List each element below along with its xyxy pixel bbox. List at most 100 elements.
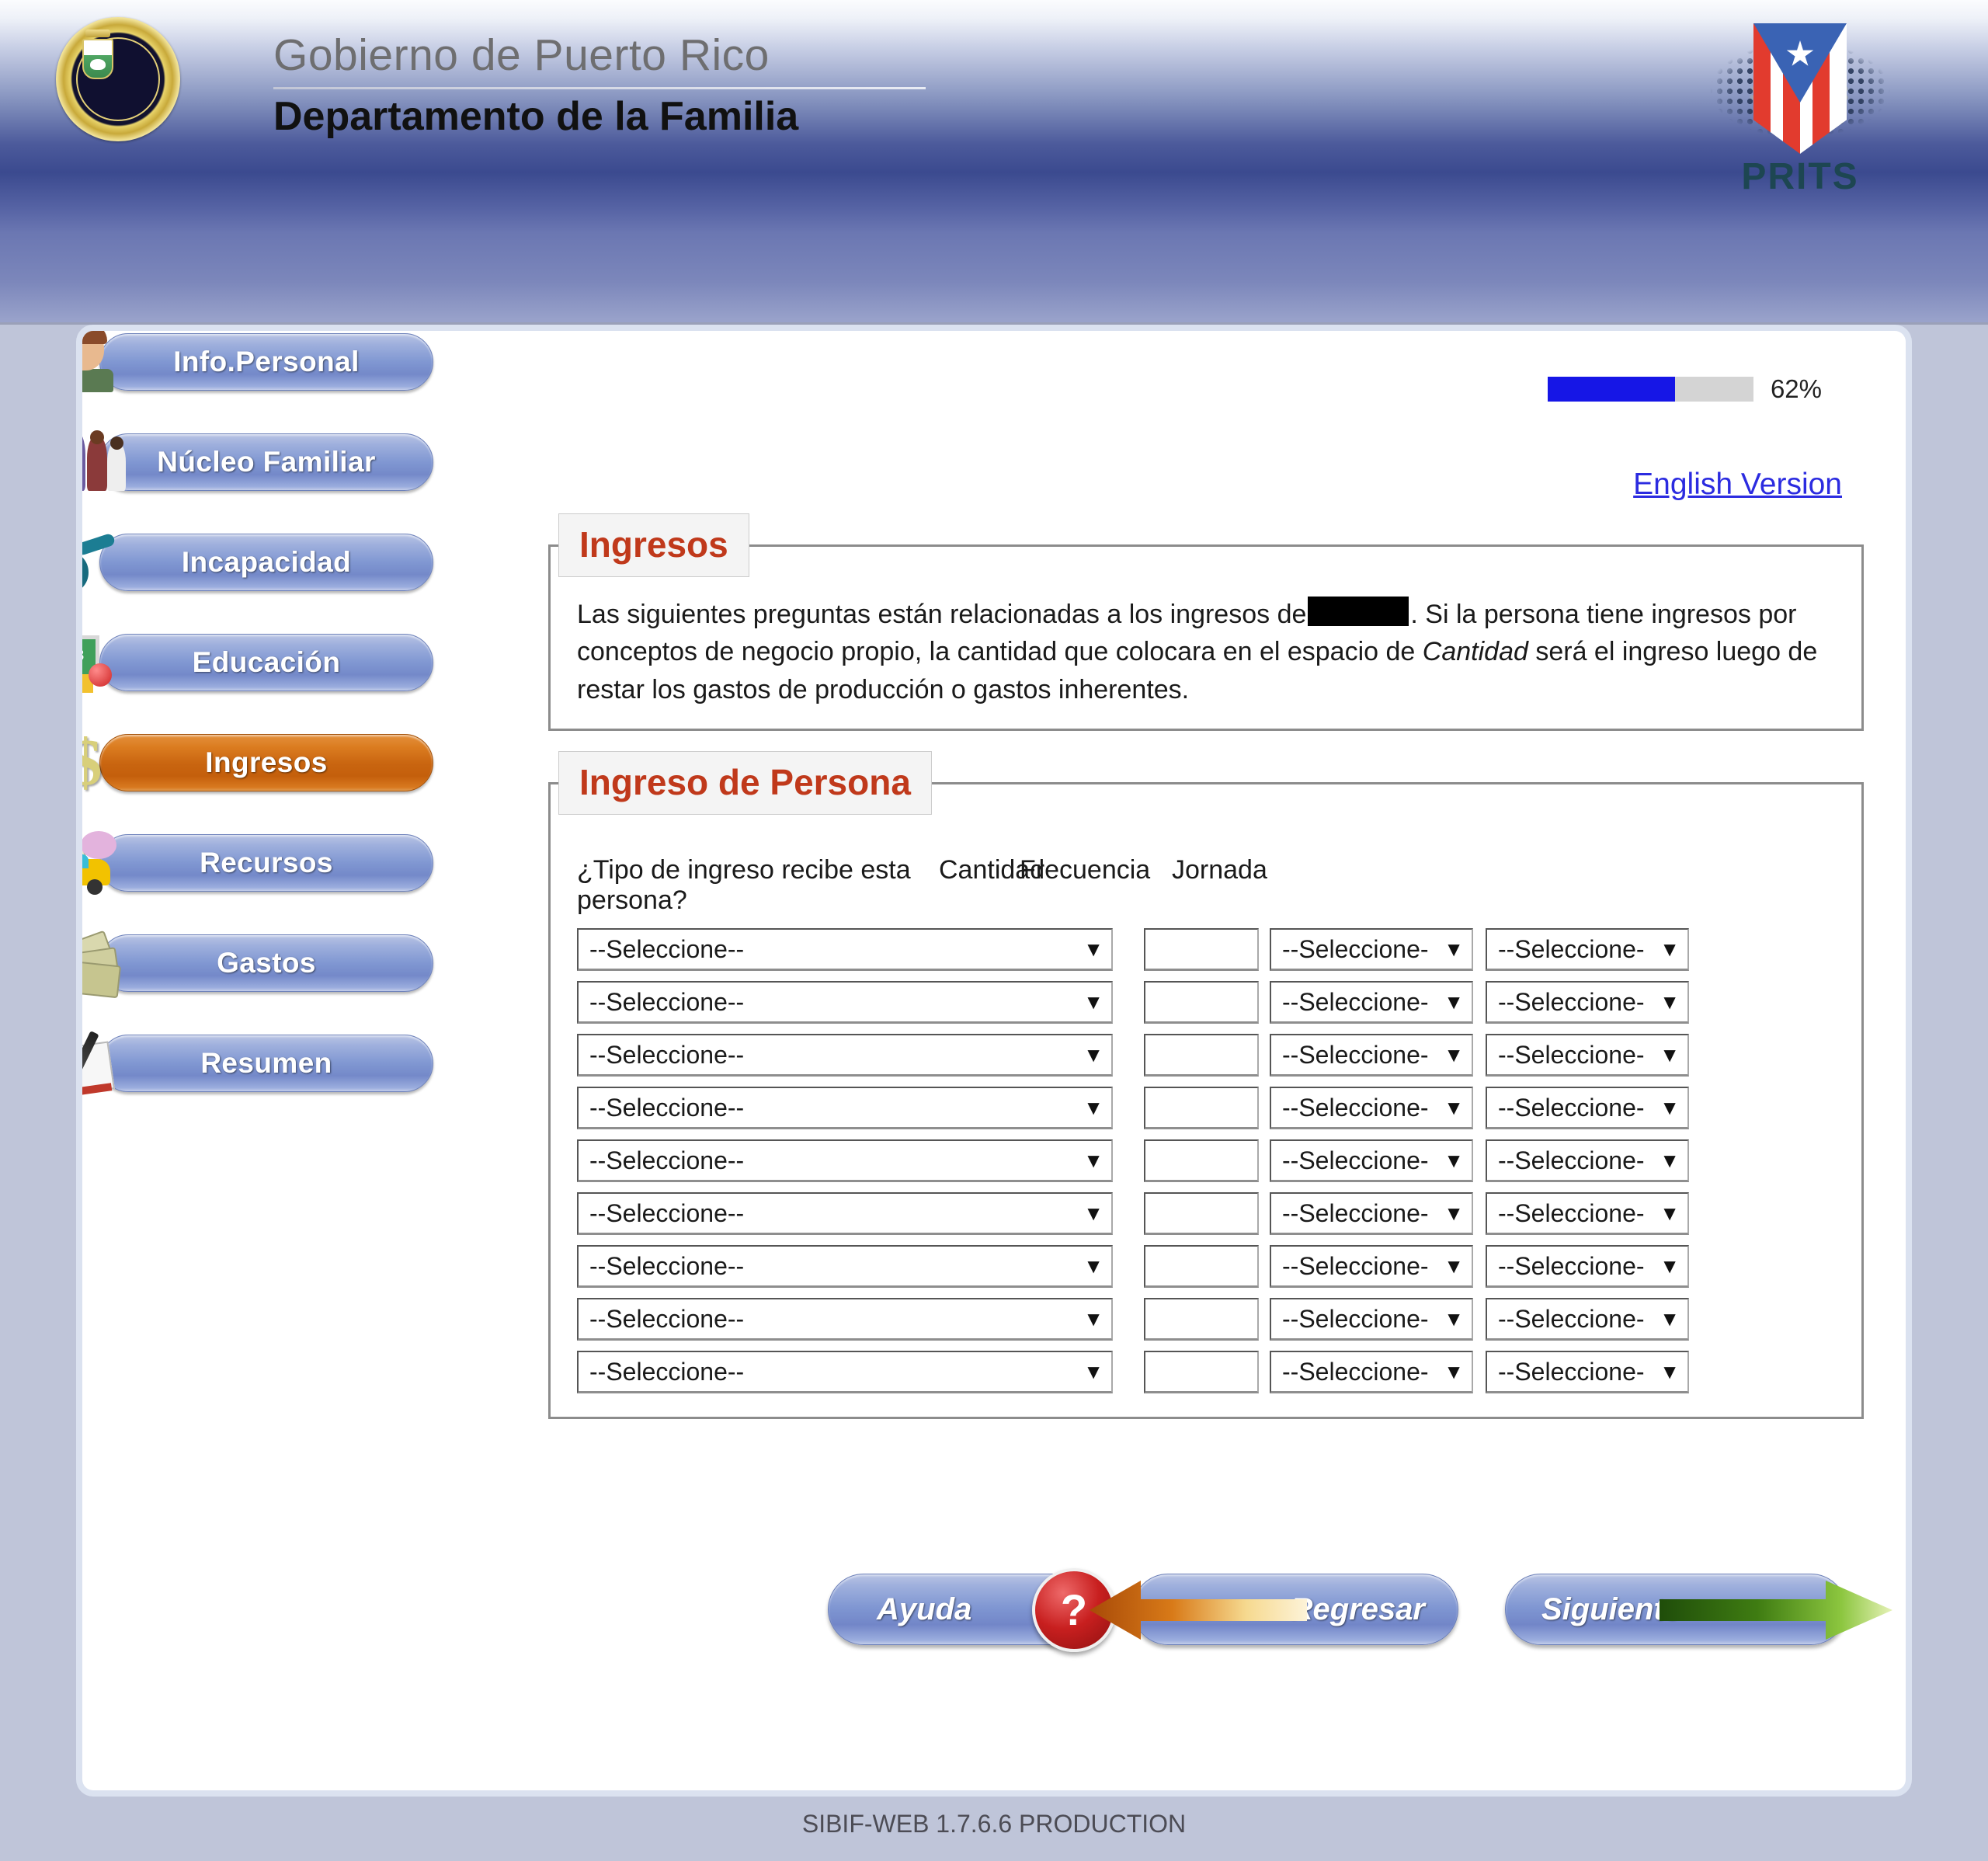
- siguiente-button[interactable]: Siguiente: [1505, 1574, 1892, 1645]
- tipo-de-ingreso-select[interactable]: --Seleccione-- ▼: [577, 1245, 1113, 1288]
- chalkboard-icon: 1·2·3: [82, 624, 129, 699]
- chevron-down-icon: ▼: [1660, 1095, 1680, 1119]
- tipo-de-ingreso-select[interactable]: --Seleccione-- ▼: [577, 1087, 1113, 1129]
- select-value: --Seleccione-: [1498, 1093, 1645, 1122]
- jornada-select[interactable]: --Seleccione- ▼: [1486, 1087, 1689, 1129]
- cantidad-input[interactable]: [1144, 1034, 1259, 1077]
- tipo-de-ingreso-select[interactable]: --Seleccione-- ▼: [577, 1351, 1113, 1393]
- frecuencia-select[interactable]: --Seleccione- ▼: [1270, 928, 1473, 971]
- frecuencia-select[interactable]: --Seleccione- ▼: [1270, 1298, 1473, 1341]
- header-titles: Gobierno de Puerto Rico Departamento de …: [273, 32, 926, 139]
- ingreso-de-persona-section: Ingreso de Persona ¿Tipo de ingreso reci…: [548, 751, 1864, 1419]
- ayuda-button[interactable]: Ayuda ?: [828, 1568, 1116, 1652]
- chevron-down-icon: ▼: [1660, 1201, 1680, 1225]
- jornada-select[interactable]: --Seleccione- ▼: [1486, 1034, 1689, 1077]
- sidebar-item-info-personal[interactable]: Info.Personal: [82, 331, 447, 392]
- chevron-down-icon: ▼: [1083, 1306, 1103, 1331]
- jornada-select[interactable]: --Seleccione- ▼: [1486, 1351, 1689, 1393]
- sidebar-item-gastos[interactable]: Gastos: [82, 930, 447, 999]
- tipo-de-ingreso-select[interactable]: --Seleccione-- ▼: [577, 981, 1113, 1024]
- title-divider: [273, 86, 926, 89]
- progress-percent-label: 62%: [1770, 374, 1822, 403]
- ingresos-intro-section: Ingresos Las siguientes preguntas están …: [548, 513, 1864, 731]
- select-value: --Seleccione--: [589, 1357, 745, 1386]
- jornada-select[interactable]: --Seleccione- ▼: [1486, 1192, 1689, 1235]
- chevron-down-icon: ▼: [1083, 1095, 1103, 1119]
- select-value: --Seleccione-: [1282, 1304, 1429, 1333]
- sidebar-item-label: Info.Personal: [173, 346, 360, 377]
- select-value: --Seleccione-: [1498, 1198, 1645, 1227]
- select-value: --Seleccione--: [589, 1093, 745, 1122]
- sidebar-item-educacion[interactable]: 1·2·3 Educación: [82, 634, 447, 693]
- sidebar-navigation: Info.Personal Núcleo Familiar Incapacida…: [82, 331, 447, 1135]
- chevron-down-icon: ▼: [1083, 1201, 1103, 1225]
- select-value: --Seleccione-: [1498, 1040, 1645, 1069]
- select-value: --Seleccione-: [1498, 934, 1645, 963]
- frecuencia-select[interactable]: --Seleccione- ▼: [1270, 1139, 1473, 1182]
- select-value: --Seleccione-: [1498, 1146, 1645, 1174]
- chevron-down-icon: ▼: [1660, 1254, 1680, 1278]
- sidebar-item-ingresos[interactable]: $ Ingresos: [82, 725, 447, 799]
- dollar-sign-icon: $: [82, 725, 103, 799]
- chevron-down-icon: ▼: [1444, 1201, 1464, 1225]
- select-value: --Seleccione-: [1282, 1040, 1429, 1069]
- sidebar-item-label: Resumen: [200, 1047, 332, 1079]
- sidebar-item-label: Ingresos: [205, 746, 328, 778]
- regresar-button[interactable]: Regresar: [1090, 1574, 1458, 1645]
- jornada-select[interactable]: --Seleccione- ▼: [1486, 981, 1689, 1024]
- family-icon: [82, 424, 129, 499]
- frecuencia-select[interactable]: --Seleccione- ▼: [1270, 1087, 1473, 1129]
- tipo-de-ingreso-select[interactable]: --Seleccione-- ▼: [577, 928, 1113, 971]
- tipo-de-ingreso-select[interactable]: --Seleccione-- ▼: [577, 1034, 1113, 1077]
- cantidad-input[interactable]: [1144, 981, 1259, 1024]
- sidebar-item-incapacidad[interactable]: Incapacidad: [82, 532, 447, 594]
- sidebar-item-resumen[interactable]: Resumen: [82, 1031, 447, 1100]
- select-value: --Seleccione-: [1498, 1357, 1645, 1386]
- person-icon: [82, 331, 129, 398]
- sidebar-item-recursos[interactable]: Recursos: [82, 831, 447, 895]
- cantidad-input[interactable]: [1144, 1298, 1259, 1341]
- english-version-link[interactable]: English Version: [1633, 468, 1842, 502]
- puerto-rico-seal-icon: [56, 17, 180, 141]
- chevron-down-icon: ▼: [1083, 1148, 1103, 1172]
- chevron-down-icon: ▼: [1444, 1148, 1464, 1172]
- department-line: Departamento de la Familia: [273, 93, 799, 139]
- select-value: --Seleccione-: [1282, 934, 1429, 963]
- tipo-de-ingreso-select[interactable]: --Seleccione-- ▼: [577, 1139, 1113, 1182]
- chevron-down-icon: ▼: [1660, 1042, 1680, 1066]
- chevron-down-icon: ▼: [1660, 1306, 1680, 1331]
- prits-wordmark: PRITS: [1741, 156, 1859, 197]
- regresar-button-label: Regresar: [1290, 1591, 1425, 1626]
- column-header-frecuencia: Frecuencia: [1020, 855, 1151, 885]
- progress-indicator: 62%: [1547, 374, 1822, 404]
- ingresos-legend: Ingresos: [558, 513, 749, 577]
- frecuencia-select[interactable]: --Seleccione- ▼: [1270, 1351, 1473, 1393]
- select-value: --Seleccione-: [1282, 1198, 1429, 1227]
- jornada-select[interactable]: --Seleccione- ▼: [1486, 1245, 1689, 1288]
- frecuencia-select[interactable]: --Seleccione- ▼: [1270, 981, 1473, 1024]
- frecuencia-select[interactable]: --Seleccione- ▼: [1270, 1192, 1473, 1235]
- income-row: --Seleccione-- ▼ --Seleccione- ▼ --Seleccion…: [577, 1139, 1861, 1182]
- chevron-down-icon: ▼: [1444, 990, 1464, 1014]
- select-value: --Seleccione-: [1282, 1146, 1429, 1174]
- jornada-select[interactable]: --Seleccione- ▼: [1486, 928, 1689, 971]
- frecuencia-select[interactable]: --Seleccione- ▼: [1270, 1034, 1473, 1077]
- cantidad-input[interactable]: [1144, 1087, 1259, 1129]
- cantidad-input[interactable]: [1144, 1139, 1259, 1182]
- tipo-de-ingreso-select[interactable]: --Seleccione-- ▼: [577, 1298, 1113, 1341]
- cantidad-input[interactable]: [1144, 928, 1259, 971]
- sidebar-item-label: Educación: [192, 646, 341, 678]
- select-value: --Seleccione--: [589, 1198, 745, 1227]
- cantidad-input[interactable]: [1144, 1245, 1259, 1288]
- cantidad-input[interactable]: [1144, 1192, 1259, 1235]
- chevron-down-icon: ▼: [1444, 1254, 1464, 1278]
- cantidad-input[interactable]: [1144, 1351, 1259, 1393]
- select-value: --Seleccione--: [589, 1040, 745, 1069]
- frecuencia-select[interactable]: --Seleccione- ▼: [1270, 1245, 1473, 1288]
- jornada-select[interactable]: --Seleccione- ▼: [1486, 1298, 1689, 1341]
- select-value: --Seleccione-: [1282, 1093, 1429, 1122]
- jornada-select[interactable]: --Seleccione- ▼: [1486, 1139, 1689, 1182]
- tipo-de-ingreso-select[interactable]: --Seleccione-- ▼: [577, 1192, 1113, 1235]
- income-row: --Seleccione-- ▼ --Seleccione- ▼ --Seleccion…: [577, 1298, 1861, 1341]
- sidebar-item-nucleo-familiar[interactable]: Núcleo Familiar: [82, 430, 447, 492]
